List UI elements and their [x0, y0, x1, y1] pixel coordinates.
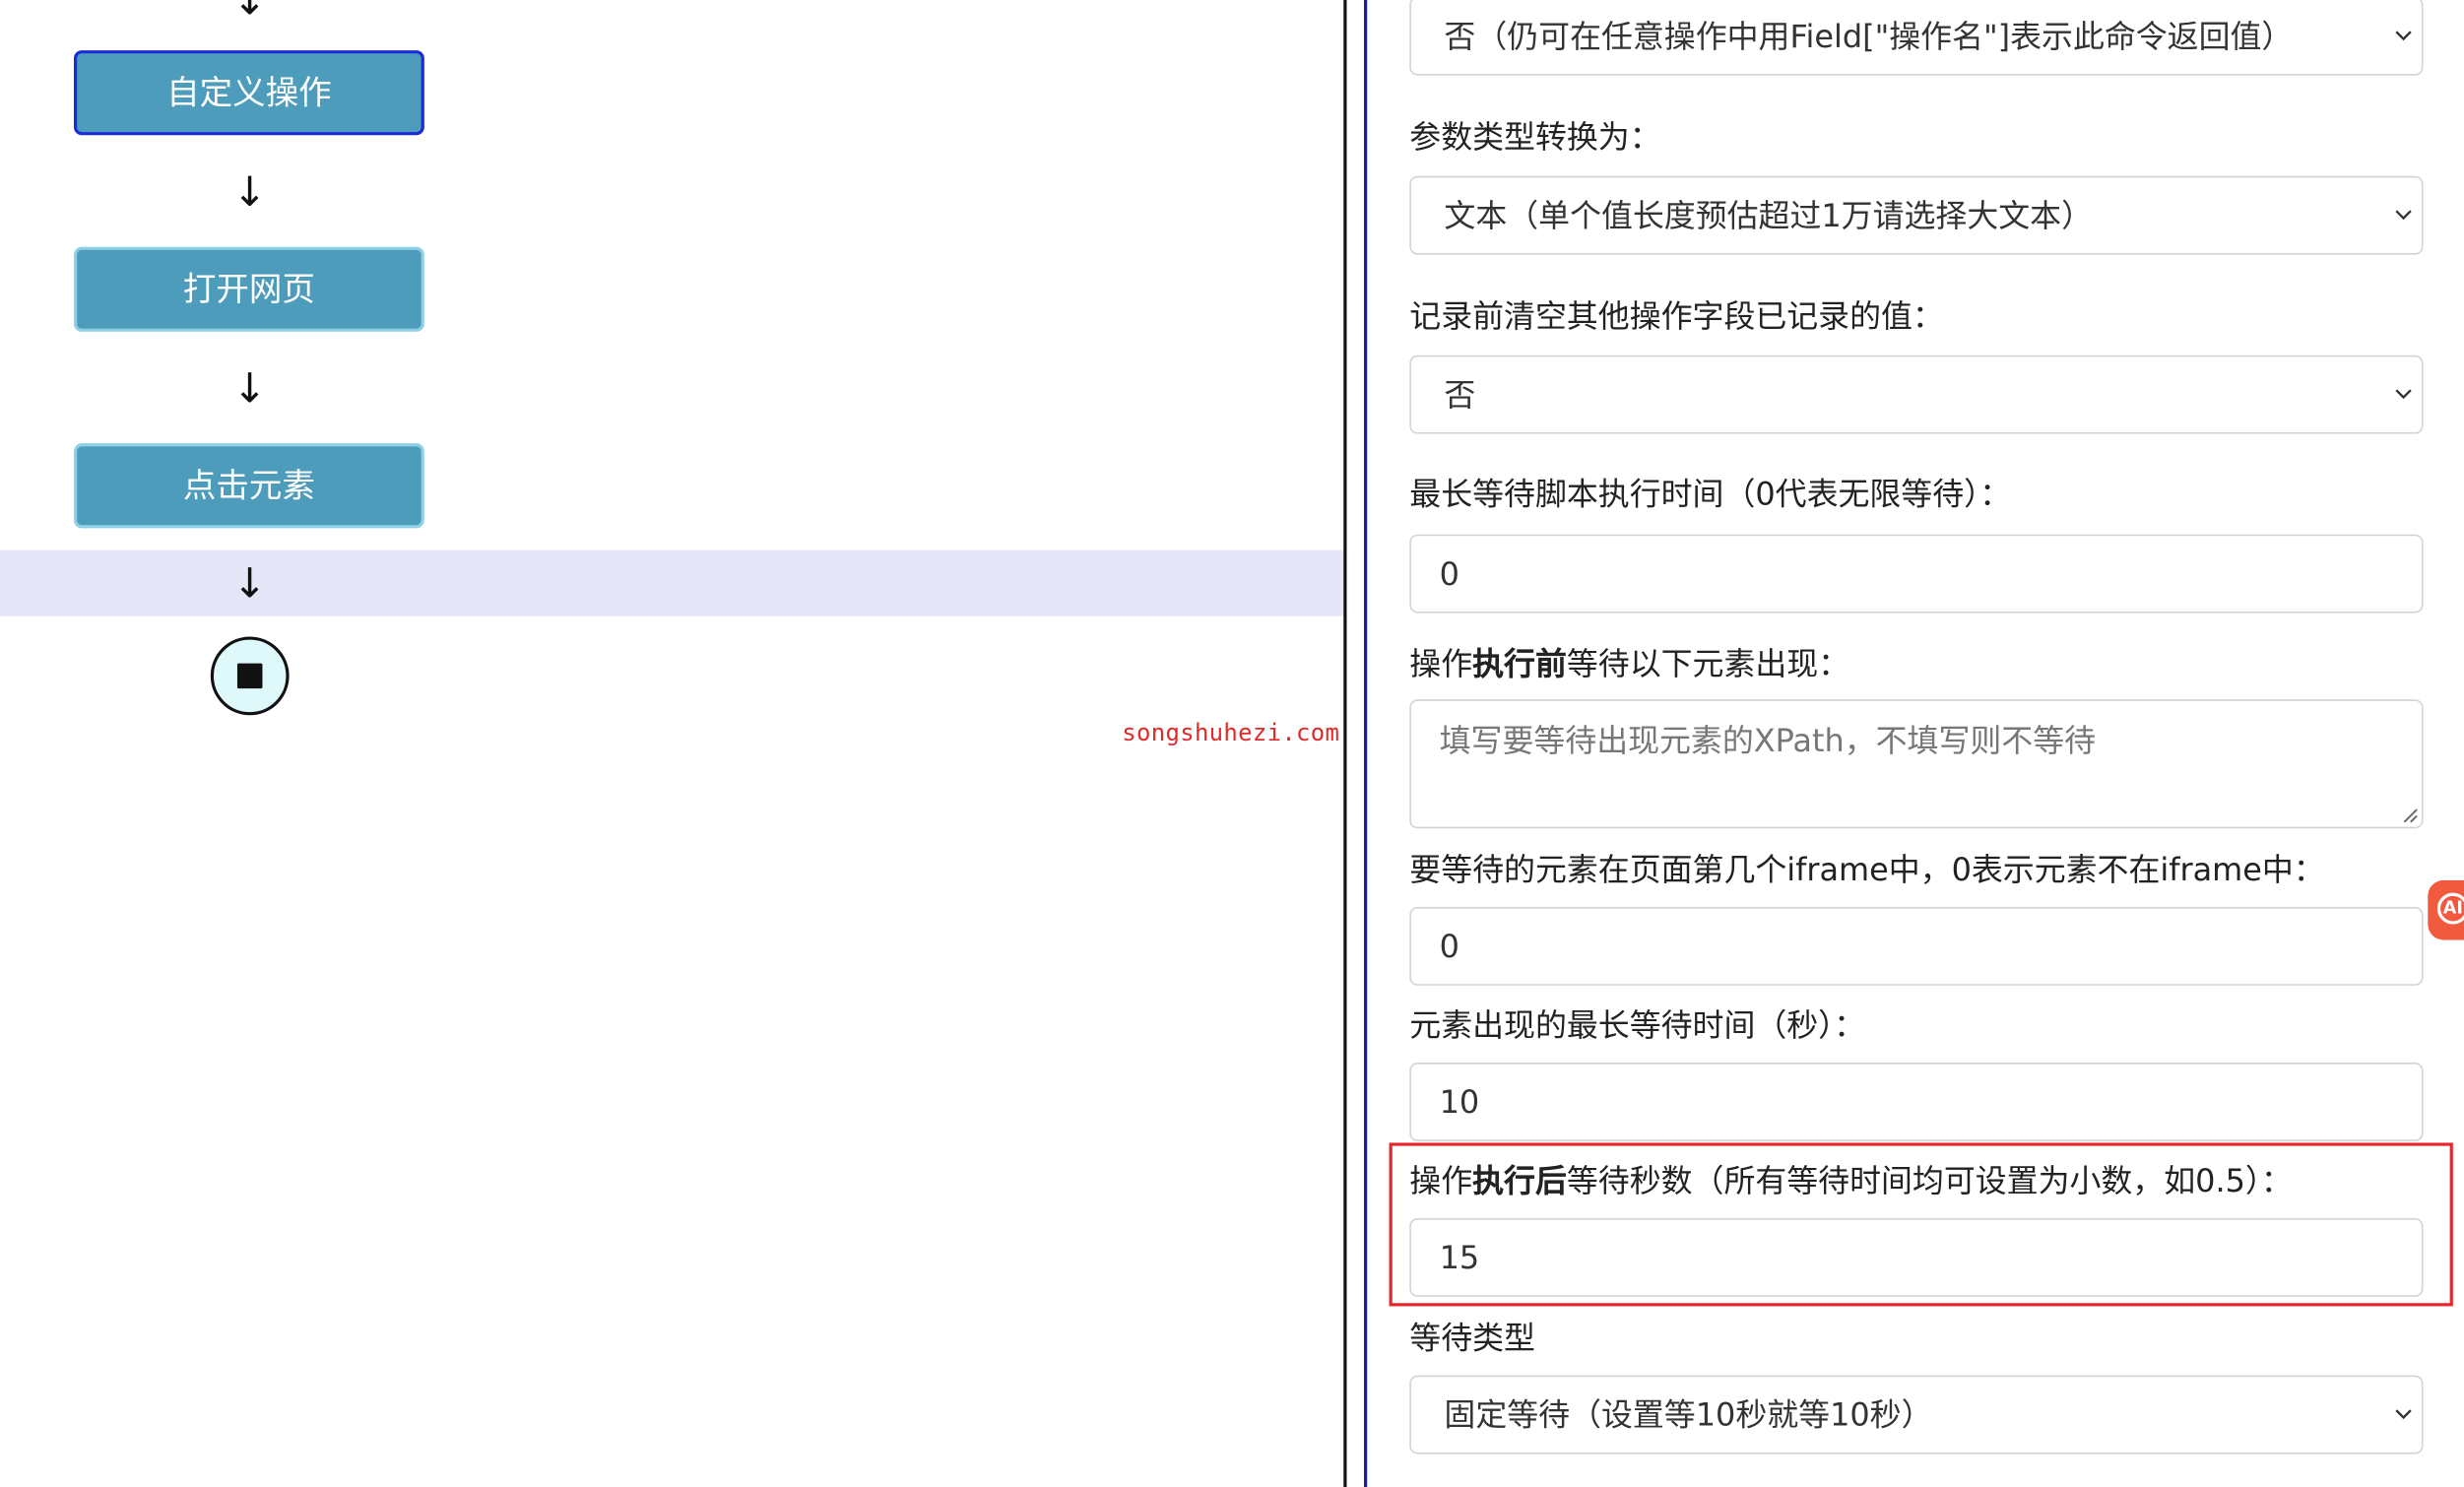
clear-fields-select-value: 否: [1444, 375, 1476, 414]
chevron-down-icon: [2395, 31, 2412, 41]
annotation-highlight-box: [1389, 1142, 2453, 1307]
wait-before-label-prefix: 操作: [1409, 644, 1473, 682]
app-window: ↓ 自定义操作 ↓ 打开网页 ↓ 点击元素 ↓ songshuhezi.com …: [0, 0, 2464, 1487]
max-script-wait-value: 0: [1439, 554, 1459, 593]
chevron-down-icon: [2395, 1409, 2412, 1420]
insert-position-highlight[interactable]: [0, 550, 1344, 616]
max-element-wait-label: 元素出现的最长等待时间（秒）：: [1409, 1005, 1866, 1044]
flow-node-click-element[interactable]: 点击元素: [73, 443, 424, 529]
wait-before-label-suffix: 等待以下元素出现：: [1566, 644, 1850, 682]
return-value-select-value: 否（仍可在任意操作中用Field["操作名"]表示此命令返回值）: [1444, 17, 2294, 55]
wait-type-select[interactable]: 固定等待（设置等10秒就等10秒）: [1409, 1375, 2424, 1455]
flow-arrow: ↓: [232, 365, 268, 414]
max-script-wait-label: 最长等待脚本执行时间（0代表无限等待）：: [1409, 475, 2012, 513]
wait-xpath-textarea[interactable]: 填写要等待出现元素的XPath，不填写则不等待: [1409, 699, 2424, 829]
ai-assistant-button[interactable]: AI: [2428, 879, 2464, 940]
flow-node-open-page[interactable]: 打开网页: [73, 246, 424, 332]
param-type-select[interactable]: 文本（单个值长度预估超过1万请选择大文本）: [1409, 175, 2424, 255]
flow-arrow: ↓: [232, 560, 268, 609]
param-type-label: 参数类型转换为：: [1409, 117, 1661, 157]
max-script-wait-input[interactable]: 0: [1409, 534, 2424, 614]
stop-icon: [236, 663, 263, 689]
iframe-index-value: 0: [1439, 927, 1459, 966]
settings-panel-border: [1364, 0, 1368, 1487]
panel-divider[interactable]: [1343, 0, 1347, 1487]
return-value-select[interactable]: 否（仍可在任意操作中用Field["操作名"]表示此命令返回值）: [1409, 0, 2424, 76]
watermark-text: songshuhezi.com: [1122, 718, 1340, 747]
ai-icon: AI: [2436, 892, 2464, 925]
iframe-index-label: 要等待的元素在页面第几个iframe中，0表示元素不在iframe中：: [1409, 850, 2325, 888]
flow-node-custom-action[interactable]: 自定义操作: [73, 50, 424, 136]
wait-before-label-bold: 执行前: [1472, 644, 1567, 682]
chevron-down-icon: [2395, 210, 2412, 221]
iframe-index-input[interactable]: 0: [1409, 907, 2424, 986]
flow-arrow: ↓: [232, 0, 268, 26]
chevron-down-icon: [2395, 389, 2412, 400]
clear-fields-select[interactable]: 否: [1409, 355, 2424, 434]
wait-before-label: 操作执行前等待以下元素出现：: [1409, 638, 1849, 683]
wait-type-select-value: 固定等待（设置等10秒就等10秒）: [1444, 1395, 1933, 1434]
wait-xpath-placeholder: 填写要等待出现元素的XPath，不填写则不等待: [1439, 721, 2097, 759]
wait-type-label: 等待类型: [1409, 1319, 1535, 1357]
clear-fields-label: 记录前清空其他操作字段已记录的值：: [1409, 296, 1944, 335]
max-element-wait-value: 10: [1439, 1082, 1480, 1122]
flow-arrow: ↓: [232, 169, 268, 218]
flow-end-node[interactable]: [210, 636, 290, 716]
max-element-wait-input[interactable]: 10: [1409, 1063, 2424, 1141]
param-type-select-value: 文本（单个值长度预估超过1万请选择大文本）: [1444, 196, 2093, 234]
resize-grip-icon[interactable]: [2400, 805, 2419, 823]
